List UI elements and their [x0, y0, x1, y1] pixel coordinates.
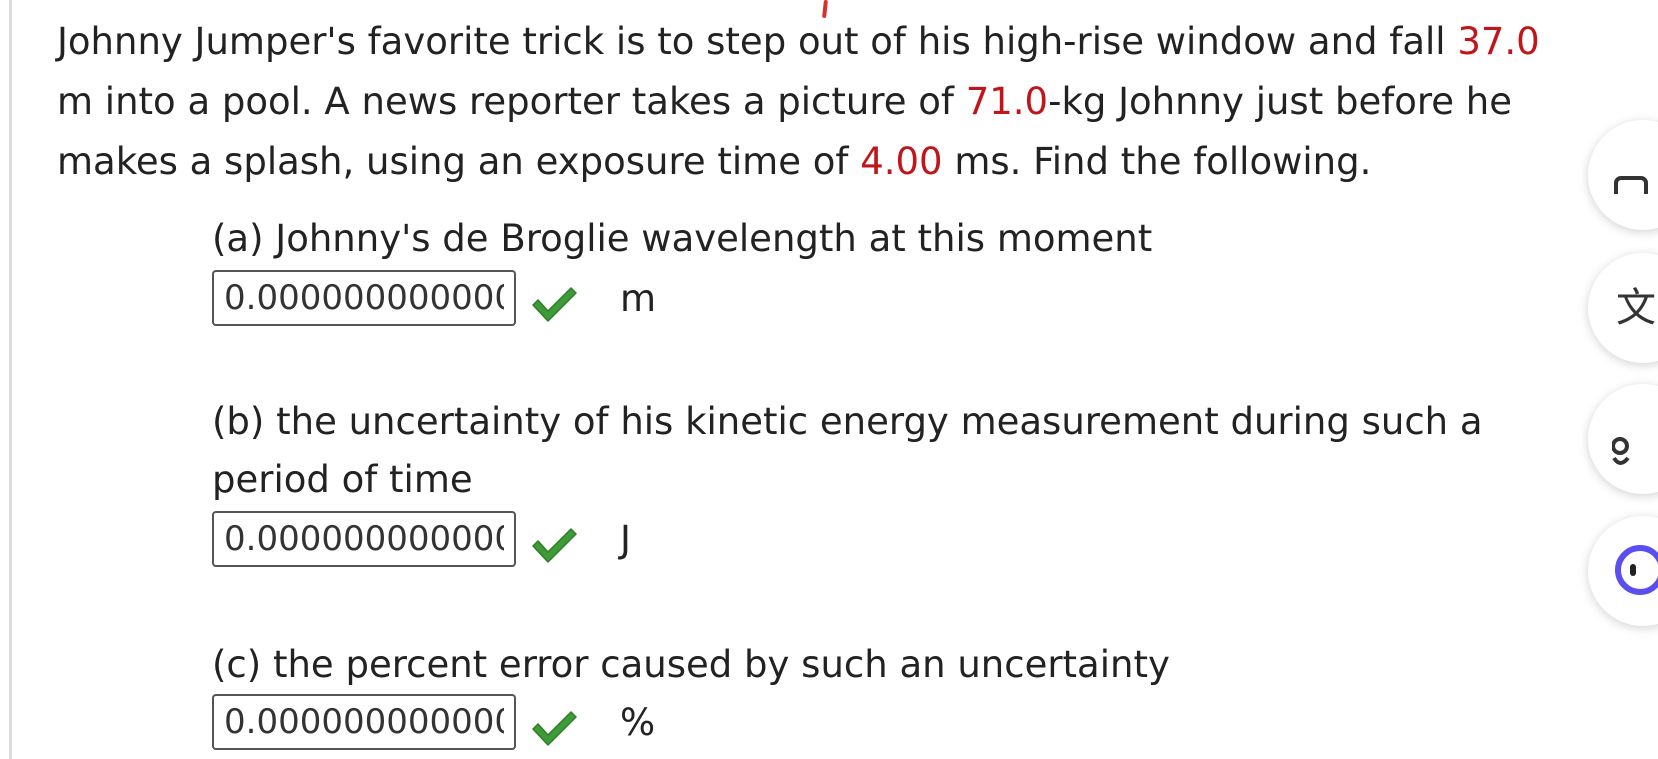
- translate-button[interactable]: 文: [1588, 253, 1658, 363]
- exposure-time-value: 4.00: [860, 140, 943, 183]
- mass-value: 71.0: [965, 80, 1049, 123]
- read-aloud-button[interactable]: [1588, 384, 1658, 494]
- check-icon: [532, 528, 577, 563]
- problem-line-2: m into a pool. A news reporter takes a p…: [57, 80, 1513, 123]
- assistant-icon: [1615, 545, 1658, 595]
- translate-icon: 文: [1616, 285, 1656, 331]
- part-a-unit: m: [620, 276, 657, 320]
- problem-line-3: makes a splash, using an exposure time o…: [57, 140, 1372, 183]
- part-c-answer-input[interactable]: [212, 694, 516, 750]
- bookmark-icon: [1614, 176, 1648, 194]
- page-left-border: [9, 0, 12, 759]
- problem-statement: Johnny Jumper's favorite trick is to ste…: [57, 12, 1657, 192]
- problem-line-1: Johnny Jumper's favorite trick is to ste…: [57, 20, 1540, 63]
- part-b-prompt-line-2: period of time: [212, 458, 473, 501]
- check-icon: [532, 711, 577, 746]
- check-icon: [532, 287, 577, 322]
- part-a-prompt: (a) Johnny's de Broglie wavelength at th…: [212, 217, 1153, 260]
- fall-height-value: 37.0: [1457, 20, 1540, 63]
- part-c-prompt: (c) the percent error caused by such an …: [212, 643, 1170, 686]
- part-b-answer-input[interactable]: [212, 511, 516, 567]
- part-a-answer-input[interactable]: [212, 270, 516, 326]
- part-b-answer-row: J: [212, 509, 631, 569]
- read-aloud-icon: [1612, 437, 1630, 465]
- part-c-unit: %: [620, 700, 656, 744]
- part-b-prompt-line-1: (b) the uncertainty of his kinetic energ…: [212, 400, 1483, 443]
- part-b-unit: J: [620, 517, 631, 561]
- part-c-answer-row: %: [212, 692, 655, 752]
- part-a-answer-row: m: [212, 268, 656, 328]
- assistant-button[interactable]: [1588, 516, 1658, 626]
